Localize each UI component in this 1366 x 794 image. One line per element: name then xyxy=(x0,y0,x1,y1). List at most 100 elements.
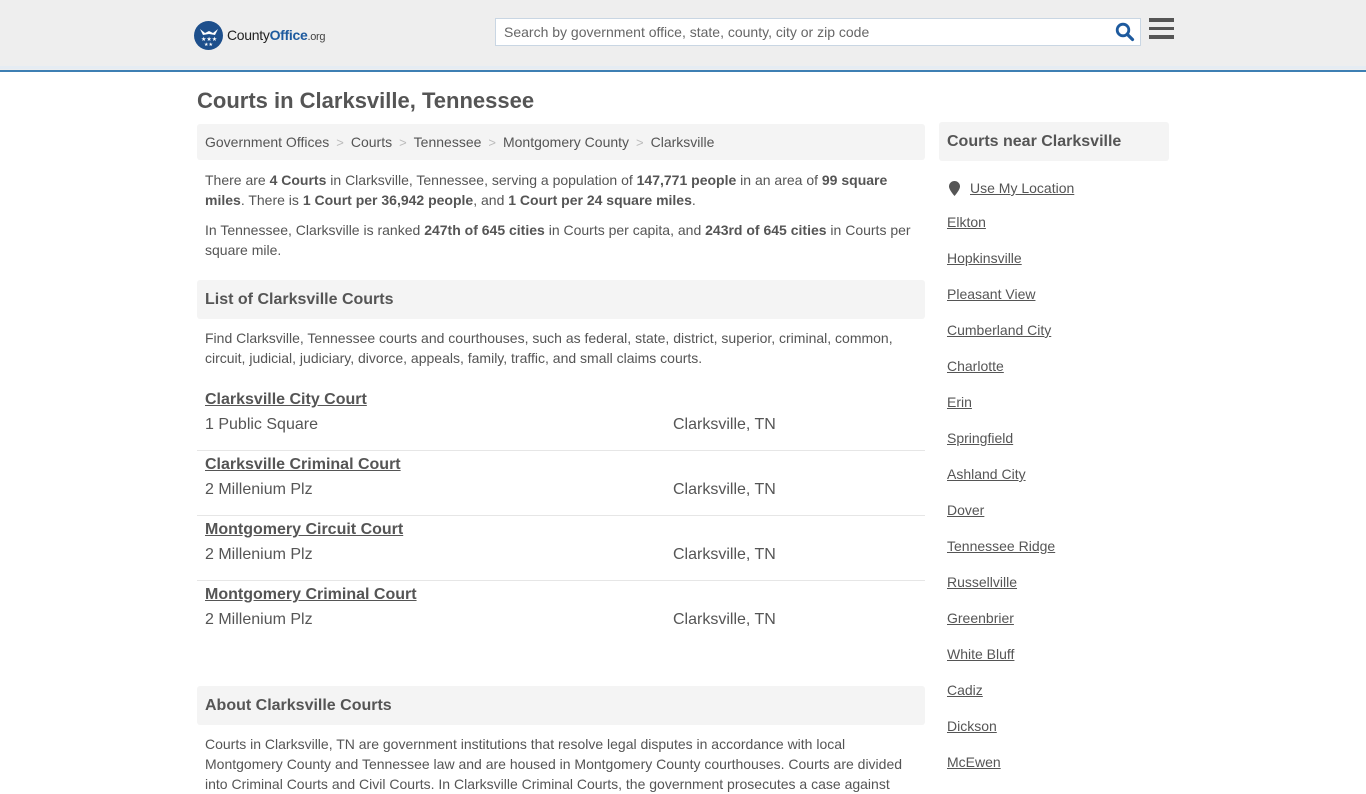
map-pin-icon xyxy=(949,180,960,196)
logo-text-office: Office xyxy=(269,27,308,43)
summary-text: There are xyxy=(205,172,270,188)
breadcrumb-tennessee[interactable]: Tennessee xyxy=(414,134,482,150)
search-icon xyxy=(1115,22,1135,42)
courts-per-area: 1 Court per 24 square miles xyxy=(508,192,692,208)
court-address: 2 Millenium Plz xyxy=(205,481,313,498)
main-content: Government Offices > Courts > Tennessee … xyxy=(197,124,925,794)
court-city: Clarksville, TN xyxy=(673,546,776,563)
court-count: 4 Courts xyxy=(269,172,327,188)
nearby-city-link[interactable]: Erin xyxy=(947,394,972,410)
court-address: 1 Public Square xyxy=(205,416,318,433)
logo-text-county: County xyxy=(227,27,270,43)
nearby-city-item: Elkton xyxy=(939,214,1169,250)
breadcrumb-separator: > xyxy=(336,134,344,150)
search-button[interactable] xyxy=(1110,19,1140,45)
nearby-city-item: White Bluff xyxy=(939,646,1169,682)
court-name-link[interactable]: Clarksville Criminal Court xyxy=(205,456,401,474)
nearby-city-link[interactable]: Pleasant View xyxy=(947,286,1035,302)
rank-per-capita: 247th of 645 cities xyxy=(424,222,545,238)
list-section-heading: List of Clarksville Courts xyxy=(197,280,925,319)
courts-per-people: 1 Court per 36,942 people xyxy=(302,192,474,208)
ranking-paragraph: In Tennessee, Clarksville is ranked 247t… xyxy=(197,220,925,260)
nearby-city-item: Charlotte xyxy=(939,358,1169,394)
nearby-city-item: Greenbrier xyxy=(939,610,1169,646)
nearby-city-link[interactable]: Hopkinsville xyxy=(947,250,1022,266)
sidebar-heading: Courts near Clarksville xyxy=(939,122,1169,161)
sidebar: Courts near Clarksville Use My Location … xyxy=(939,122,1169,790)
court-list: Clarksville City Court 1 Public Square C… xyxy=(197,386,925,646)
court-item: Montgomery Circuit Court 2 Millenium Plz… xyxy=(197,516,925,581)
use-my-location-link[interactable]: Use My Location xyxy=(970,180,1074,196)
ranking-text: In Tennessee, Clarksville is ranked xyxy=(205,222,425,238)
court-item: Clarksville City Court 1 Public Square C… xyxy=(197,386,925,451)
nearby-city-item: Russellville xyxy=(939,574,1169,610)
breadcrumb-government-offices[interactable]: Government Offices xyxy=(205,134,329,150)
use-location-row: Use My Location xyxy=(939,178,1169,198)
summary-text: , and xyxy=(473,192,509,208)
nearby-city-item: Cadiz xyxy=(939,682,1169,718)
nearby-city-item: Ashland City xyxy=(939,466,1169,502)
summary-text: . xyxy=(691,192,696,208)
court-city: Clarksville, TN xyxy=(673,481,776,498)
nearby-city-link[interactable]: Dickson xyxy=(947,718,997,734)
list-description: Find Clarksville, Tennessee courts and c… xyxy=(205,330,893,366)
nearby-city-link[interactable]: Tennessee Ridge xyxy=(947,538,1055,554)
nearby-city-link[interactable]: Greenbrier xyxy=(947,610,1014,626)
nearby-city-item: McEwen xyxy=(939,754,1169,790)
court-name-link[interactable]: Montgomery Criminal Court xyxy=(205,586,417,604)
summary-paragraph: There are 4 Courts in Clarksville, Tenne… xyxy=(197,170,925,210)
nearby-city-link[interactable]: Elkton xyxy=(947,214,986,230)
nearby-city-item: Hopkinsville xyxy=(939,250,1169,286)
court-city: Clarksville, TN xyxy=(673,416,776,433)
page-title: Courts in Clarksville, Tennessee xyxy=(197,88,535,113)
breadcrumb-clarksville[interactable]: Clarksville xyxy=(651,134,715,150)
nearby-city-item: Springfield xyxy=(939,430,1169,466)
court-address: 2 Millenium Plz xyxy=(205,611,313,628)
nearby-city-item: Pleasant View xyxy=(939,286,1169,322)
eagle-stars-badge-icon: ★★★ ★★ xyxy=(194,20,223,50)
nearby-cities-list: Elkton Hopkinsville Pleasant View Cumber… xyxy=(939,214,1169,790)
court-address: 2 Millenium Plz xyxy=(205,546,313,563)
nearby-city-link[interactable]: Springfield xyxy=(947,430,1013,446)
breadcrumb-courts[interactable]: Courts xyxy=(351,134,392,150)
breadcrumb-separator: > xyxy=(488,134,496,150)
court-name-link[interactable]: Montgomery Circuit Court xyxy=(205,521,403,539)
nearby-city-item: Erin xyxy=(939,394,1169,430)
ranking-text: in Courts per capita, and xyxy=(544,222,706,238)
summary-text: in an area of xyxy=(736,172,822,188)
nearby-city-link[interactable]: Ashland City xyxy=(947,466,1026,482)
search-bar xyxy=(495,18,1141,46)
court-name-link[interactable]: Clarksville City Court xyxy=(205,391,367,409)
svg-text:★★: ★★ xyxy=(204,42,213,46)
nearby-city-link[interactable]: Cadiz xyxy=(947,682,983,698)
summary-text: . There is xyxy=(240,192,303,208)
breadcrumb-separator: > xyxy=(636,134,644,150)
logo-wordmark: CountyOffice.org xyxy=(227,27,326,43)
nearby-city-item: Dickson xyxy=(939,718,1169,754)
site-header: ★★★ ★★ CountyOffice.org xyxy=(0,0,1366,72)
court-item: Montgomery Criminal Court 2 Millenium Pl… xyxy=(197,581,925,646)
population: 147,771 people xyxy=(636,172,737,188)
nearby-city-link[interactable]: White Bluff xyxy=(947,646,1014,662)
nearby-city-link[interactable]: Charlotte xyxy=(947,358,1004,374)
search-input[interactable] xyxy=(496,19,1110,45)
rank-per-square-mile: 243rd of 645 cities xyxy=(705,222,827,238)
breadcrumb-separator: > xyxy=(399,134,407,150)
court-city: Clarksville, TN xyxy=(673,611,776,628)
nearby-city-item: Cumberland City xyxy=(939,322,1169,358)
court-item: Clarksville Criminal Court 2 Millenium P… xyxy=(197,451,925,516)
about-section-heading: About Clarksville Courts xyxy=(197,686,925,725)
logo-text-tld: .org xyxy=(307,31,326,43)
nearby-city-link[interactable]: Dover xyxy=(947,502,984,518)
hamburger-menu-icon xyxy=(1149,18,1175,39)
summary-text: in Clarksville, Tennessee, serving a pop… xyxy=(326,172,637,188)
nearby-city-item: Tennessee Ridge xyxy=(939,538,1169,574)
breadcrumb-montgomery-county[interactable]: Montgomery County xyxy=(503,134,629,150)
about-text: Courts in Clarksville, TN are government… xyxy=(205,736,903,792)
nearby-city-link[interactable]: Cumberland City xyxy=(947,322,1051,338)
nearby-city-link[interactable]: Russellville xyxy=(947,574,1017,590)
breadcrumb: Government Offices > Courts > Tennessee … xyxy=(197,124,925,160)
site-logo[interactable]: ★★★ ★★ CountyOffice.org xyxy=(194,20,326,50)
nearby-city-item: Dover xyxy=(939,502,1169,538)
hamburger-menu-button[interactable] xyxy=(1149,18,1175,42)
